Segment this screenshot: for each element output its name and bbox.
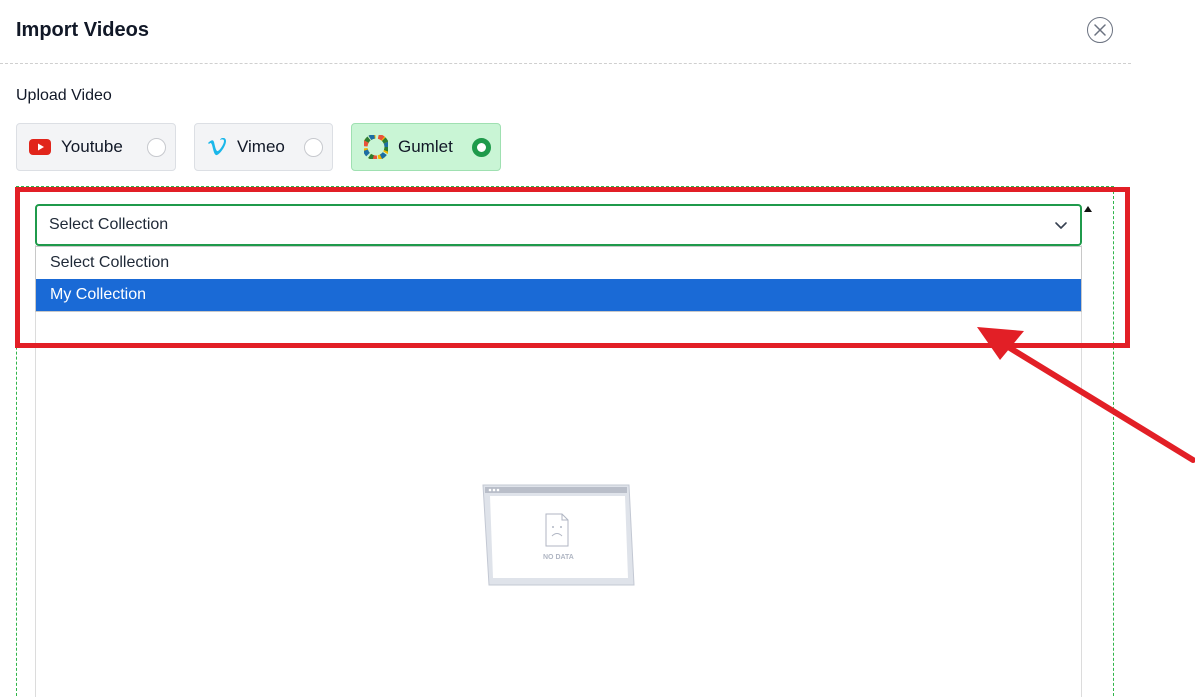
radio-vimeo[interactable] — [304, 138, 323, 157]
platform-option-vimeo[interactable]: Vimeo — [194, 123, 333, 171]
upload-video-label: Upload Video — [16, 87, 112, 104]
header-divider — [0, 63, 1131, 64]
youtube-icon — [29, 139, 51, 155]
radio-youtube[interactable] — [147, 138, 166, 157]
radio-gumlet[interactable] — [472, 138, 491, 157]
platform-option-gumlet[interactable]: Gumlet — [351, 123, 501, 171]
close-icon — [1094, 24, 1106, 36]
platform-label-gumlet: Gumlet — [398, 137, 453, 156]
gumlet-icon — [364, 135, 388, 159]
no-data-text: NO DATA — [543, 554, 574, 561]
dialog-title: Import Videos — [16, 19, 149, 41]
no-data-icon: NO DATA — [482, 484, 635, 586]
vimeo-icon — [208, 138, 226, 156]
close-button[interactable] — [1087, 17, 1113, 43]
annotation-highlight-box — [15, 187, 1130, 348]
platform-label-youtube: Youtube — [61, 137, 123, 156]
platform-option-youtube[interactable]: Youtube — [16, 123, 176, 171]
platform-label-vimeo: Vimeo — [237, 137, 285, 156]
